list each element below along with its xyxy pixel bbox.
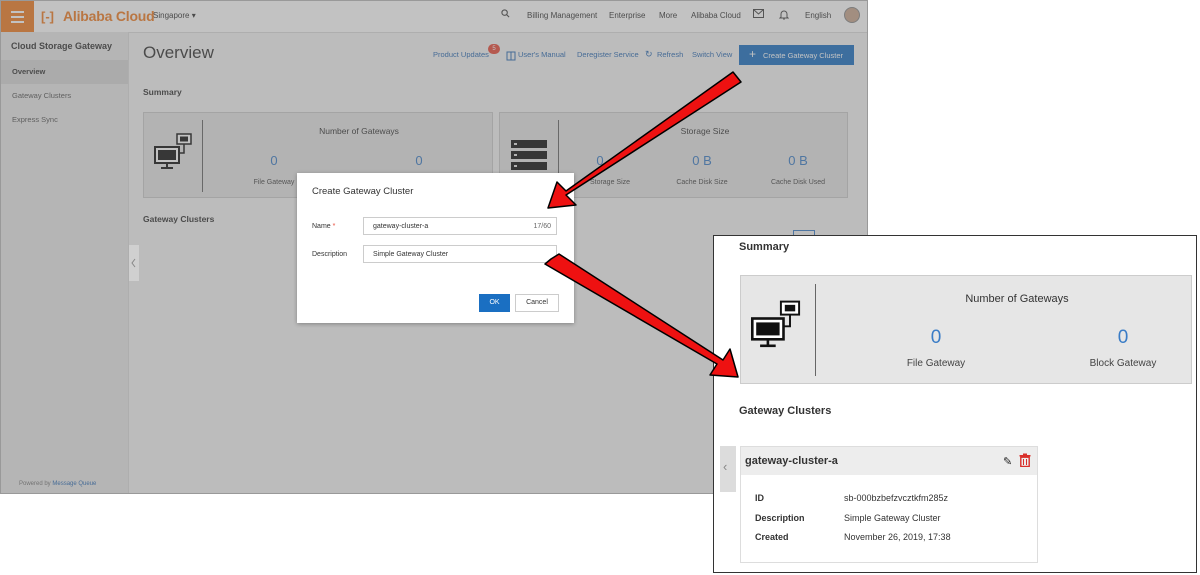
arrow-to-dialog (547, 71, 742, 209)
arrow-to-result (544, 253, 739, 378)
annotation-arrows (544, 71, 742, 378)
